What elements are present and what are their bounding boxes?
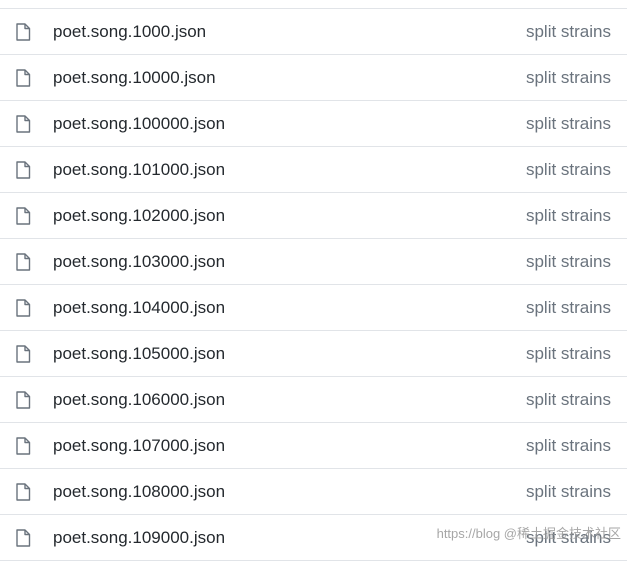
file-icon: [15, 437, 31, 455]
commit-message-link[interactable]: split strains: [526, 527, 611, 549]
file-row[interactable]: poet.song.107000.json split strains: [0, 423, 627, 469]
file-row[interactable]: poet.song.10000.json split strains: [0, 55, 627, 101]
file-icon: [15, 345, 31, 363]
commit-message-link[interactable]: split strains: [526, 21, 611, 43]
file-icon: [15, 299, 31, 317]
commit-message-link[interactable]: split strains: [526, 113, 611, 135]
file-name-link[interactable]: poet.song.109000.json: [53, 527, 225, 549]
file-row[interactable]: poet.song.105000.json split strains: [0, 331, 627, 377]
file-name-link[interactable]: poet.song.108000.json: [53, 481, 225, 503]
commit-message-link[interactable]: split strains: [526, 159, 611, 181]
file-icon: [15, 253, 31, 271]
file-icon: [15, 391, 31, 409]
file-name-link[interactable]: poet.song.104000.json: [53, 297, 225, 319]
file-list: poet.song.1000.json split strains poet.s…: [0, 8, 627, 561]
file-name-link[interactable]: poet.song.106000.json: [53, 389, 225, 411]
file-name-link[interactable]: poet.song.100000.json: [53, 113, 225, 135]
file-icon: [15, 115, 31, 133]
file-name-link[interactable]: poet.song.10000.json: [53, 67, 216, 89]
file-name-link[interactable]: poet.song.105000.json: [53, 343, 225, 365]
file-icon: [15, 483, 31, 501]
commit-message-link[interactable]: split strains: [526, 389, 611, 411]
file-name-link[interactable]: poet.song.107000.json: [53, 435, 225, 457]
file-icon: [15, 23, 31, 41]
file-row[interactable]: poet.song.106000.json split strains: [0, 377, 627, 423]
file-row[interactable]: poet.song.109000.json split strains: [0, 515, 627, 561]
file-name-link[interactable]: poet.song.102000.json: [53, 205, 225, 227]
commit-message-link[interactable]: split strains: [526, 481, 611, 503]
file-name-link[interactable]: poet.song.101000.json: [53, 159, 225, 181]
file-icon: [15, 69, 31, 87]
file-row[interactable]: poet.song.101000.json split strains: [0, 147, 627, 193]
file-row[interactable]: poet.song.103000.json split strains: [0, 239, 627, 285]
file-row[interactable]: poet.song.102000.json split strains: [0, 193, 627, 239]
file-row[interactable]: poet.song.104000.json split strains: [0, 285, 627, 331]
file-icon: [15, 529, 31, 547]
commit-message-link[interactable]: split strains: [526, 251, 611, 273]
file-row[interactable]: poet.song.100000.json split strains: [0, 101, 627, 147]
commit-message-link[interactable]: split strains: [526, 205, 611, 227]
file-icon: [15, 161, 31, 179]
file-name-link[interactable]: poet.song.1000.json: [53, 21, 206, 43]
file-row[interactable]: poet.song.1000.json split strains: [0, 9, 627, 55]
commit-message-link[interactable]: split strains: [526, 343, 611, 365]
file-icon: [15, 207, 31, 225]
file-name-link[interactable]: poet.song.103000.json: [53, 251, 225, 273]
commit-message-link[interactable]: split strains: [526, 435, 611, 457]
file-row[interactable]: poet.song.108000.json split strains: [0, 469, 627, 515]
commit-message-link[interactable]: split strains: [526, 297, 611, 319]
commit-message-link[interactable]: split strains: [526, 67, 611, 89]
